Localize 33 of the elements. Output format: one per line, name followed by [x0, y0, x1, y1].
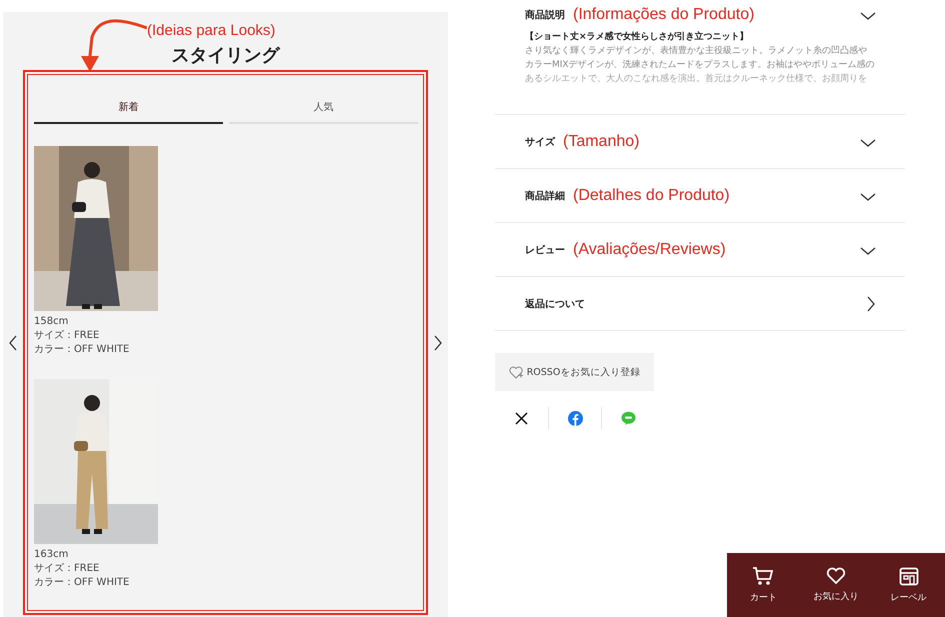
annotation-text: (Detalhes do Produto) [573, 186, 731, 204]
chevron-left-icon [7, 334, 19, 352]
accordion-header[interactable]: レビュー (Avaliações/Reviews) [495, 223, 905, 276]
caption-text: カラー：OFF WHITE [34, 576, 130, 590]
chevron-right-icon [865, 294, 877, 312]
cart-icon [752, 566, 774, 586]
annotation-text: (Informações do Produto) [573, 6, 756, 24]
tab[interactable]: 人気 [229, 92, 418, 124]
caption-text: カラー：OFF WHITE [34, 343, 130, 357]
accordion-header[interactable]: 商品詳細 (Detalhes do Produto) [495, 169, 905, 222]
accordion-header[interactable]: 返品について [495, 277, 905, 330]
nav-button[interactable]: お気に入り [800, 553, 872, 617]
nav-button[interactable]: カート [727, 553, 800, 617]
caption-text: 163cm [34, 548, 70, 562]
favorite-button[interactable]: ROSSOをお気に入り登録 [495, 353, 654, 391]
caption-text: 158cm [34, 315, 70, 329]
section-title: スタイリング [172, 44, 280, 68]
tab[interactable]: 新着 [34, 92, 223, 124]
annotation-text: (Tamanho) [563, 132, 640, 150]
accordion-header[interactable]: 商品説明 (Informações do Produto) [495, 0, 905, 30]
description-text: 【ショート丈×ラメ感で女性らしさが引き立つニット】 さり気なく輝くラメデザインが、表情豊かな主役級ニット。ラメノット糸の凹凸感や カラーMIXデザインが、洗練されたムードをプラスします。お袖はややボリューム感の あるシルエットで、大人のこなれ感を演出。首元はクルーネック仕様で、お顔周りを [524, 30, 876, 86]
nav-button[interactable]: レーベル [872, 553, 945, 617]
accordion-header[interactable]: サイズ (Tamanho) [495, 115, 905, 168]
facebook-icon [568, 410, 582, 426]
caption-text: サイズ：FREE [34, 329, 100, 343]
heart-icon [826, 567, 846, 585]
x-logo-icon [515, 412, 528, 424]
heart-plus-icon [508, 366, 523, 378]
annotation-text: (Avaliações/Reviews) [573, 240, 727, 258]
store-icon [898, 566, 919, 586]
caption-text: サイズ：FREE [34, 562, 100, 576]
chevron-right-icon [432, 334, 444, 352]
annotation-text: (Ideias para Looks) [147, 22, 276, 39]
